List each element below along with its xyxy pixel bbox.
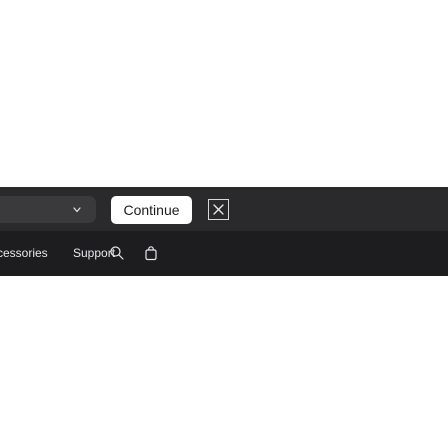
continue-button[interactable]: Continue [111,196,192,224]
page: Continue cessories Support [0,0,448,448]
global-nav: cessories Support [0,231,448,276]
search-icon[interactable] [109,245,125,261]
bag-icon[interactable] [143,245,159,261]
chevron-down-icon [70,203,84,217]
region-banner: Continue [0,187,448,231]
region-select[interactable] [0,196,96,223]
close-button[interactable] [208,199,229,220]
nav-item-accessories[interactable]: cessories [0,231,48,276]
